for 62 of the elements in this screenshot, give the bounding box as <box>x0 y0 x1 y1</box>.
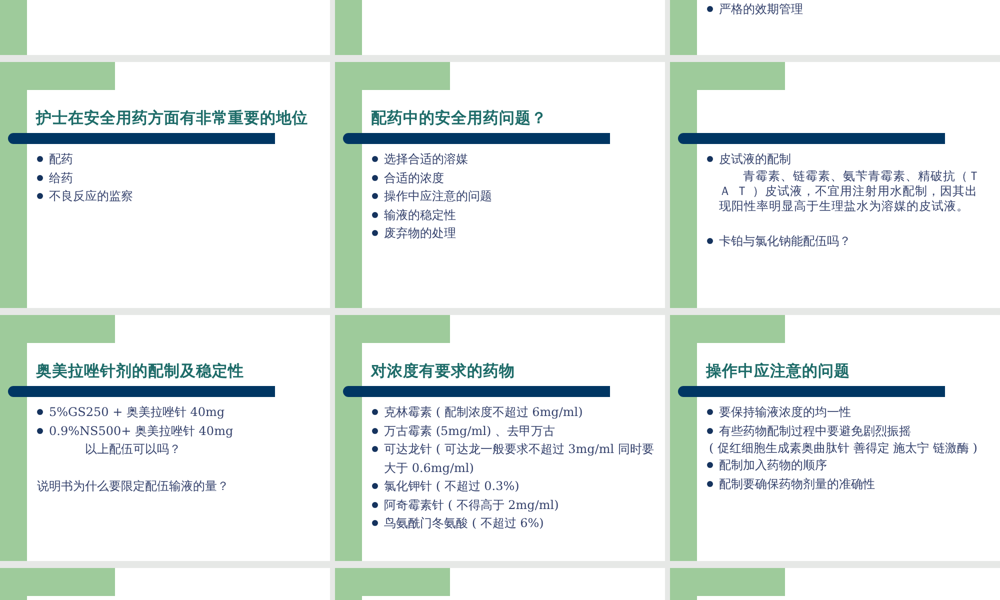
slide-thumbnail[interactable]: 配药中的安全用药问题？ 选择合适的溶媒 合适的浓度 操作中应注意的问题 输液的稳定性 废弃物的处理 <box>335 62 665 308</box>
bullet-icon <box>37 156 43 162</box>
bullet-text: 配制要确保药物剂量的准确性 <box>719 476 875 492</box>
bullet-icon <box>37 428 43 434</box>
bullet-icon <box>372 428 378 434</box>
bullet-text: 0.9%NS500+ 奥美拉唑针 40mg <box>49 422 234 440</box>
bullet-text: 配药 <box>49 151 73 168</box>
bullet-text: 选择合适的溶媒 <box>384 151 468 168</box>
bullet-text: 克林霉素 ( 配制浓度不超过 6mg/ml) <box>384 404 583 421</box>
bullet-text: 输液的稳定性 <box>384 206 456 224</box>
bullet-icon <box>372 212 378 218</box>
slide-title: 对浓度有要求的药物 <box>371 361 515 382</box>
bullet-text: 配制加入药物的顺序 <box>719 457 827 474</box>
bullet-icon <box>37 409 43 415</box>
bullet-text: 给药 <box>49 170 73 186</box>
slide-title: 配药中的安全用药问题？ <box>371 108 547 129</box>
slide-thumbnail[interactable]: 奥美拉唑针剂的配制及稳定性 5%GS250 + 奥美拉唑针 40mg 0.9%NS500+ 奥美拉唑针 40mg 以上配伍可以吗？ 说明书为什么要限定配伍输液的量？ <box>0 315 330 561</box>
slide-title: 奥美拉唑针剂的配制及稳定性 <box>36 361 244 382</box>
bullet-icon <box>707 462 713 468</box>
bullet-icon <box>372 156 378 162</box>
bullet-icon <box>372 174 378 180</box>
bullet-icon <box>707 409 713 415</box>
bullet-text: 严格的效期管理 <box>719 1 803 18</box>
slide-title: 护士在安全用药方面有非常重要的地位 <box>36 108 308 129</box>
bullet-text: 要保持输液浓度的均一性 <box>719 404 851 421</box>
bullet-text: 氯化钾针 ( 不超过 0.3%) <box>384 478 520 495</box>
bullet-icon <box>372 193 378 199</box>
slide-thumbnail[interactable]: 皮试液的配制 青霉素、链霉素、氨苄青霉素、精破抗（ＴＡ Ｔ ）皮试液，不宜用注射用水配制，因其出现阳性率明显高于生理盐水为溶媒的皮试液。 卡铂与氯化钠能配伍吗？ <box>670 62 1000 308</box>
bullet-icon <box>37 174 43 180</box>
bullet-text: 卡铂与氯化钠能配伍吗？ <box>719 232 851 250</box>
bullet-icon <box>707 6 713 12</box>
bullet-text: 可达龙针 ( 可达龙一般要求不超过 3mg/ml 同时要大于 0.6mg/ml) <box>384 441 655 477</box>
note-text: 以上配伍可以吗？ <box>84 441 182 458</box>
slide-thumbnail[interactable]: 严格的效期管理 <box>670 0 1000 55</box>
slide-thumbnail[interactable]: 操作中应注意的问题 要保持输液浓度的均一性 有些药物配制过程中要避免剧烈振摇 ( 促红细胞生成素奥曲肽针 善得定 施太宁 链激酶 ) 配制加入药物的顺序 配制要确保药物剂量的准确性 <box>670 315 1000 561</box>
bullet-icon <box>372 502 378 508</box>
bullet-icon <box>707 480 713 486</box>
bullet-icon <box>37 193 43 199</box>
bullet-icon <box>707 156 713 162</box>
bullet-text: 废弃物的处理 <box>384 225 456 242</box>
slide-thumbnail[interactable]: 对浓度有要求的药物 克林霉素 ( 配制浓度不超过 6mg/ml) 万古霉素 (5mg/ml) 、去甲万古 可达龙针 ( 可达龙一般要求不超过 3mg/ml 同时要大于 0.6mg/ml) 氯化钾针 ( 不超过 0.3%) 阿奇霉素针 ( 不得高于 2mg/ml) 鸟氨酰门冬氨酸 ( 不超过 6%) <box>335 315 665 561</box>
question-text: 说明书为什么要限定配伍输液的量？ <box>37 478 230 494</box>
bullet-text: 不良反应的监察 <box>49 188 133 205</box>
paragraph-text: 青霉素、链霉素、氨苄青霉素、精破抗（ＴＡ Ｔ ）皮试液，不宜用注射用水配制，因其出现阳性率明显高于生理盐水为溶媒的皮试液。 <box>718 168 982 214</box>
bullet-text: 万古霉素 (5mg/ml) 、去甲万古 <box>384 422 555 440</box>
bullet-text: 合适的浓度 <box>384 170 444 186</box>
bullet-text: 操作中应注意的问题 <box>384 188 492 205</box>
bullet-icon <box>372 230 378 236</box>
bullet-text: 5%GS250 + 奥美拉唑针 40mg <box>49 404 225 421</box>
bullet-text: 鸟氨酰门冬氨酸 ( 不超过 6%) <box>384 515 544 532</box>
bullet-text: 阿奇霉素针 ( 不得高于 2mg/ml) <box>384 496 559 514</box>
slide-title: 操作中应注意的问题 <box>706 361 850 382</box>
bullet-text: 有些药物配制过程中要避免剧烈振摇 <box>719 422 911 440</box>
note-text: ( 促红细胞生成素奥曲肽针 善得定 施太宁 链激酶 ) <box>708 440 978 456</box>
bullet-text: 皮试液的配制 <box>719 151 791 168</box>
bullet-icon <box>707 428 713 434</box>
bullet-icon <box>372 446 378 452</box>
bullet-icon <box>372 520 378 526</box>
bullet-icon <box>372 483 378 489</box>
slide-thumbnail[interactable]: 护士在安全用药方面有非常重要的地位 配药 给药 不良反应的监察 <box>0 62 330 308</box>
bullet-icon <box>372 409 378 415</box>
bullet-icon <box>707 238 713 244</box>
